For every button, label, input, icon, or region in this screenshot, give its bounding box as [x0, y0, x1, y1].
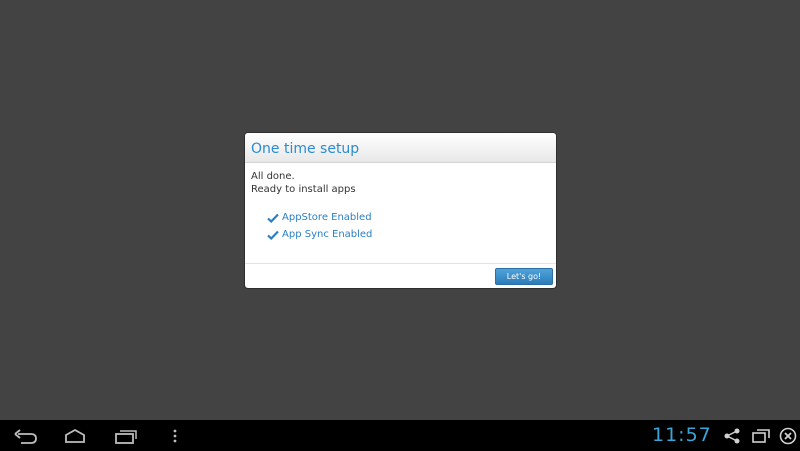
- checkmark-icon: [267, 230, 279, 240]
- lets-go-button[interactable]: Let's go!: [495, 268, 553, 285]
- check-label-appsync: App Sync Enabled: [282, 229, 373, 240]
- share-button[interactable]: [722, 426, 742, 446]
- close-button[interactable]: [778, 426, 798, 446]
- recent-apps-button[interactable]: [112, 426, 140, 446]
- checkmark-icon: [267, 213, 279, 223]
- close-circle-icon: [779, 427, 797, 445]
- menu-button[interactable]: [168, 426, 182, 446]
- check-list: AppStore Enabled App Sync Enabled: [251, 209, 556, 243]
- window-resize-icon: [752, 429, 770, 443]
- message-done: All done.: [251, 171, 295, 182]
- system-navbar: 11:57: [0, 420, 800, 451]
- back-button[interactable]: [12, 426, 40, 446]
- menu-dots-icon: [173, 429, 177, 443]
- clock: 11:57: [652, 424, 712, 446]
- screen-background: One time setup All done. Ready to instal…: [0, 0, 800, 420]
- window-resize-button[interactable]: [750, 426, 772, 446]
- home-button[interactable]: [60, 426, 90, 446]
- check-item-appsync: App Sync Enabled: [267, 226, 556, 243]
- dialog-title: One time setup: [251, 141, 360, 157]
- recent-apps-icon: [115, 430, 137, 444]
- setup-dialog: One time setup All done. Ready to instal…: [245, 133, 556, 288]
- check-label-appstore: AppStore Enabled: [282, 212, 372, 223]
- dialog-footer: Let's go!: [245, 263, 556, 288]
- dialog-body: All done. Ready to install apps AppStore…: [245, 163, 556, 264]
- dialog-header: One time setup: [245, 133, 556, 163]
- share-icon: [724, 428, 740, 444]
- home-icon: [65, 428, 85, 443]
- message-ready: Ready to install apps: [251, 184, 356, 195]
- back-icon: [14, 429, 37, 444]
- check-item-appstore: AppStore Enabled: [267, 209, 556, 226]
